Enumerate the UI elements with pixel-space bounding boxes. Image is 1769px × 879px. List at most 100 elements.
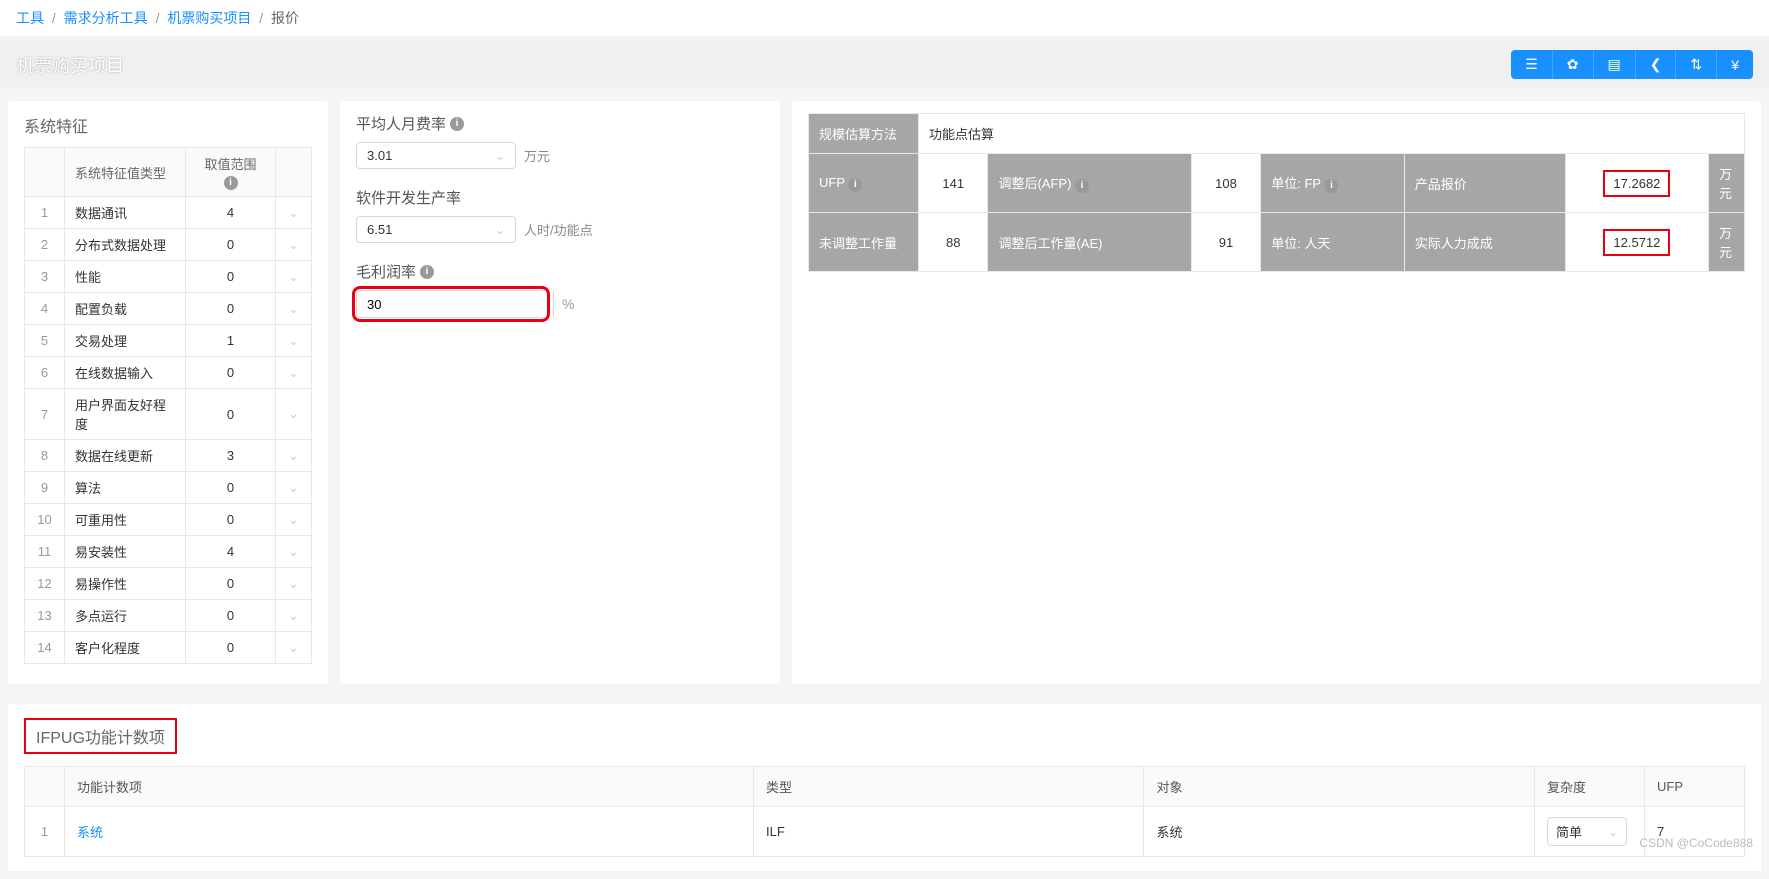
row-expand[interactable]: ⌄	[276, 293, 312, 325]
row-name: 数据在线更新	[65, 440, 186, 472]
ifpug-card: IFPUG功能计数项 功能计数项 类型 对象 复杂度 UFP 1 系统 ILF …	[8, 704, 1761, 871]
table-row: 2 分布式数据处理 0 ⌄	[25, 229, 312, 261]
est-afp-value: 108	[1191, 154, 1260, 213]
row-complexity: 简单⌄	[1535, 807, 1645, 857]
margin-label: 毛利润率 i	[356, 261, 764, 282]
col-type-header: 系统特征值类型	[65, 148, 186, 197]
row-value: 0	[186, 568, 276, 600]
row-number: 10	[25, 504, 65, 536]
list-icon: ☰	[1525, 56, 1538, 72]
breadcrumb-current: 报价	[271, 10, 299, 26]
est-cost-label: 实际人力成成	[1404, 213, 1565, 272]
row-expand[interactable]: ⌄	[276, 197, 312, 229]
item-link[interactable]: 系统	[77, 825, 103, 840]
ifpug-table: 功能计数项 类型 对象 复杂度 UFP 1 系统 ILF 系统 简单⌄ 7	[24, 766, 1745, 857]
info-icon[interactable]: i	[420, 265, 434, 279]
row-expand[interactable]: ⌄	[276, 632, 312, 664]
breadcrumb-sep: /	[259, 10, 263, 26]
col-action-header	[276, 148, 312, 197]
breadcrumb-link-tools[interactable]: 工具	[16, 10, 44, 26]
row-expand[interactable]: ⌄	[276, 504, 312, 536]
row-name: 交易处理	[65, 325, 186, 357]
row-type: ILF	[754, 807, 1144, 857]
table-row: 5 交易处理 1 ⌄	[25, 325, 312, 357]
col-range-header: 取值范围 i	[186, 148, 276, 197]
breadcrumb-link-project[interactable]: 机票购买项目	[167, 10, 251, 26]
sort-icon: ⇅	[1690, 56, 1702, 72]
margin-input[interactable]	[357, 291, 553, 317]
est-ufp-value: 141	[919, 154, 988, 213]
chevron-down-icon: ⌄	[288, 237, 299, 252]
row-expand[interactable]: ⌄	[276, 261, 312, 293]
table-row: 12 易操作性 0 ⌄	[25, 568, 312, 600]
estimate-table: 规模估算方法 功能点估算 UFP i 141 调整后(AFP) i 108 单位…	[808, 113, 1745, 272]
dev-rate-select[interactable]: 6.51 ⌄	[356, 216, 516, 243]
row-name: 数据通讯	[65, 197, 186, 229]
table-row: 10 可重用性 0 ⌄	[25, 504, 312, 536]
complexity-select[interactable]: 简单⌄	[1547, 817, 1627, 846]
row-name: 多点运行	[65, 600, 186, 632]
row-value: 0	[186, 293, 276, 325]
ifpug-col-complexity: 复杂度	[1535, 767, 1645, 807]
info-icon[interactable]: i	[1075, 179, 1089, 193]
breadcrumb-link-analysis[interactable]: 需求分析工具	[64, 10, 148, 26]
row-number: 14	[25, 632, 65, 664]
est-afp-label: 调整后(AFP) i	[988, 154, 1191, 213]
est-unit-day-label: 单位: 人天	[1261, 213, 1405, 272]
est-unit-fp-label: 单位: FP i	[1261, 154, 1405, 213]
row-expand[interactable]: ⌄	[276, 229, 312, 261]
row-expand[interactable]: ⌄	[276, 536, 312, 568]
est-adj-label: 调整后工作量(AE)	[988, 213, 1191, 272]
row-expand[interactable]: ⌄	[276, 600, 312, 632]
dev-rate-label: 软件开发生产率	[356, 187, 764, 208]
info-icon[interactable]: i	[848, 178, 862, 192]
chevron-down-icon: ⌄	[288, 301, 299, 316]
table-row: 6 在线数据输入 0 ⌄	[25, 357, 312, 389]
row-name: 可重用性	[65, 504, 186, 536]
toolbar-share-button[interactable]: ❮	[1636, 50, 1677, 79]
toolbar-grid-button[interactable]: ▤	[1594, 50, 1636, 79]
toolbar-settings-button[interactable]: ✿	[1553, 50, 1594, 79]
row-value: 1	[186, 325, 276, 357]
row-expand[interactable]: ⌄	[276, 472, 312, 504]
row-expand[interactable]: ⌄	[276, 357, 312, 389]
info-icon[interactable]: i	[450, 117, 464, 131]
toolbar-price-button[interactable]: ¥	[1717, 50, 1753, 79]
row-number: 12	[25, 568, 65, 600]
row-expand[interactable]: ⌄	[276, 389, 312, 440]
chevron-down-icon: ⌄	[495, 223, 505, 237]
toolbar-sort-button[interactable]: ⇅	[1676, 50, 1717, 79]
est-unadj-label: 未调整工作量	[809, 213, 919, 272]
est-cost-unit: 万元	[1709, 213, 1745, 272]
gear-icon: ✿	[1567, 56, 1579, 72]
share-icon: ❮	[1650, 56, 1662, 72]
row-number: 1	[25, 807, 65, 857]
watermark: CSDN @CoCode888	[1639, 836, 1753, 850]
row-expand[interactable]: ⌄	[276, 568, 312, 600]
chevron-down-icon: ⌄	[495, 149, 505, 163]
table-row: 9 算法 0 ⌄	[25, 472, 312, 504]
est-method-value: 功能点估算	[919, 114, 1745, 154]
chevron-down-icon: ⌄	[288, 333, 299, 348]
row-expand[interactable]: ⌄	[276, 440, 312, 472]
row-value: 4	[186, 197, 276, 229]
row-value: 4	[186, 536, 276, 568]
grid-icon: ▤	[1608, 56, 1621, 72]
row-value: 3	[186, 440, 276, 472]
est-quote-value: 17.2682	[1565, 154, 1708, 213]
avg-rate-unit: 万元	[524, 146, 550, 165]
ifpug-col-num	[25, 767, 65, 807]
yen-icon: ¥	[1731, 57, 1739, 73]
table-row: 7 用户界面友好程度 0 ⌄	[25, 389, 312, 440]
toolbar-list-button[interactable]: ☰	[1511, 50, 1553, 79]
info-icon[interactable]: i	[1324, 179, 1338, 193]
row-expand[interactable]: ⌄	[276, 325, 312, 357]
table-row: 4 配置负载 0 ⌄	[25, 293, 312, 325]
info-icon[interactable]: i	[224, 176, 238, 190]
avg-rate-select[interactable]: 3.01 ⌄	[356, 142, 516, 169]
est-method-label: 规模估算方法	[809, 114, 919, 154]
row-number: 6	[25, 357, 65, 389]
row-name: 易操作性	[65, 568, 186, 600]
row-name: 用户界面友好程度	[65, 389, 186, 440]
system-characteristics-card: 系统特征 系统特征值类型 取值范围 i 1 数据通讯 4 ⌄ 2 分布式数据处理…	[8, 101, 328, 684]
